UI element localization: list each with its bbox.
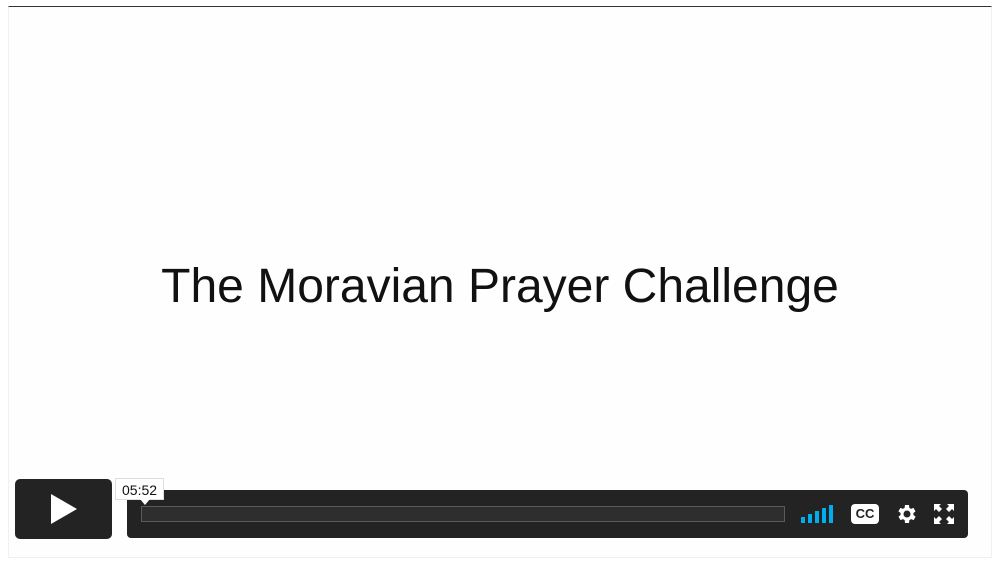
video-title-card: The Moravian Prayer Challenge	[161, 260, 839, 313]
video-player[interactable]: The Moravian Prayer Challenge	[8, 6, 992, 558]
cc-icon: CC	[851, 504, 879, 524]
captions-button[interactable]: CC	[848, 502, 882, 526]
gear-icon	[898, 505, 916, 523]
volume-button[interactable]	[799, 502, 837, 526]
volume-bars-icon	[801, 505, 833, 523]
fullscreen-icon	[934, 504, 954, 524]
progress-bar[interactable]	[141, 506, 785, 522]
settings-button[interactable]	[894, 502, 920, 526]
time-tooltip-caret	[140, 499, 150, 505]
time-tooltip: 05:52	[115, 478, 165, 500]
play-icon	[50, 494, 77, 524]
play-button[interactable]	[15, 479, 112, 539]
control-bar: CC	[127, 490, 968, 538]
fullscreen-button[interactable]	[931, 502, 957, 526]
